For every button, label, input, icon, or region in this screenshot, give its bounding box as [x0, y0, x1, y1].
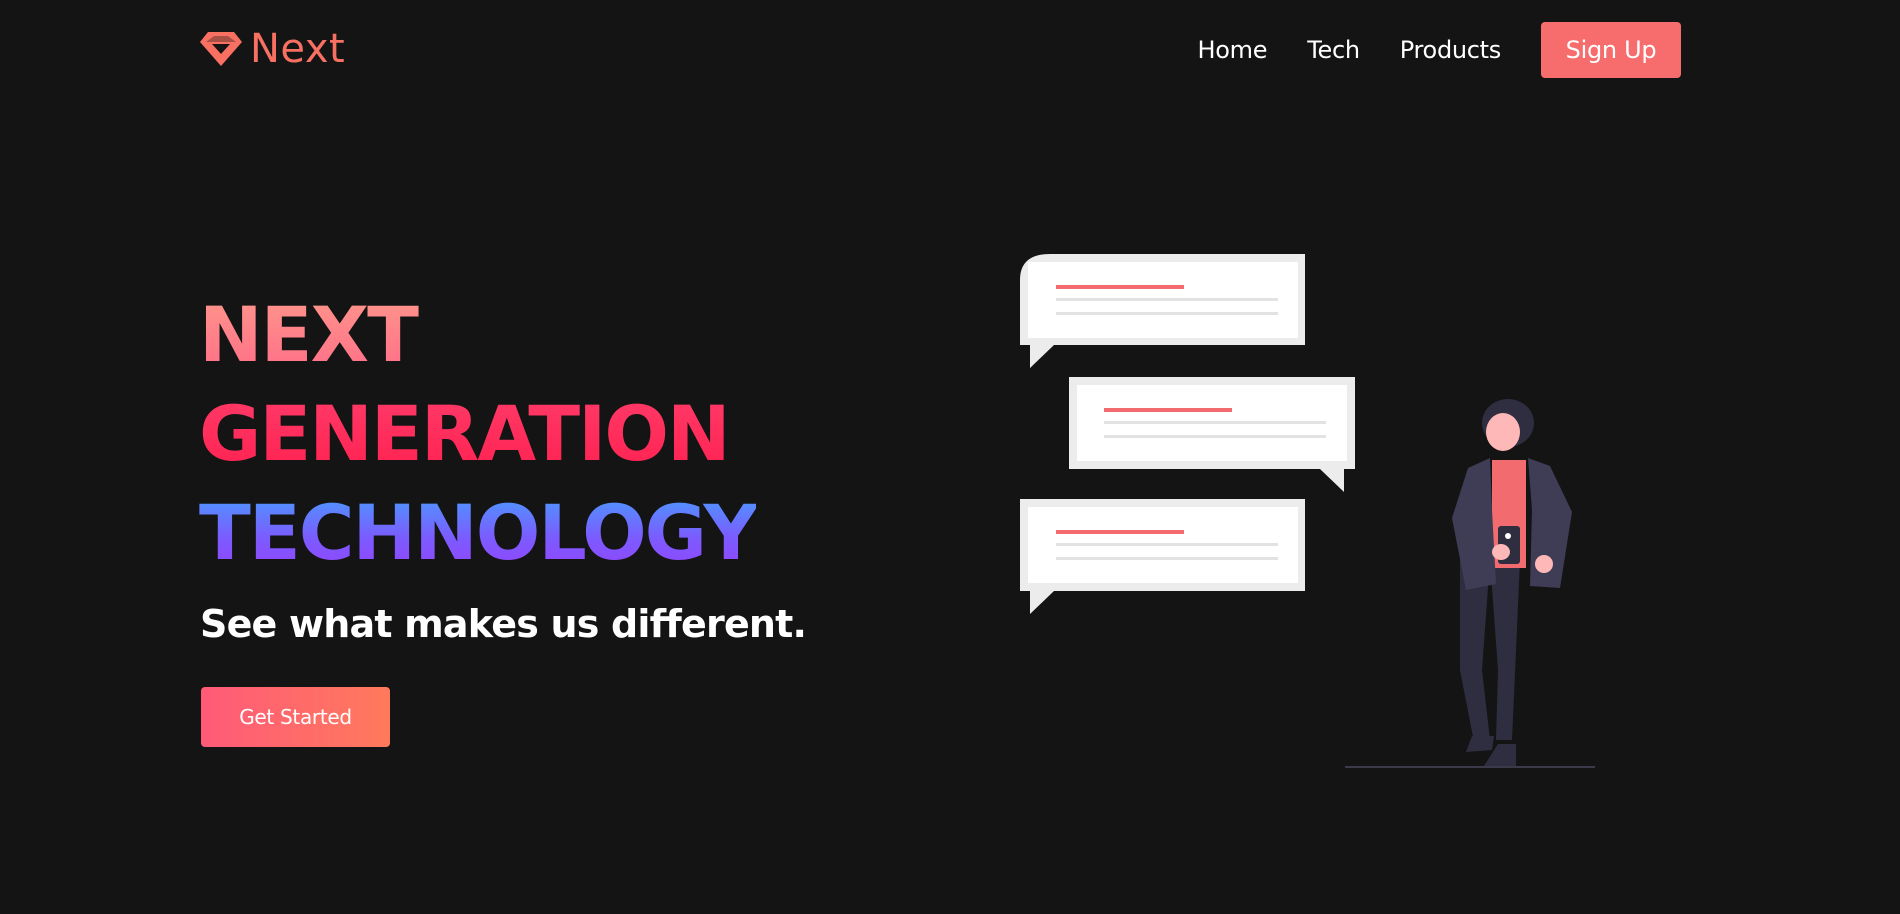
brand-logo-link[interactable]: Next	[200, 26, 345, 72]
ground-line	[1345, 766, 1595, 768]
chat-bubble-3	[1020, 499, 1305, 614]
nav-link-home[interactable]: Home	[1198, 22, 1268, 78]
hero-subtitle: See what makes us different.	[200, 602, 807, 646]
person-figure	[1452, 399, 1572, 766]
chat-bubbles-person-illustration	[1020, 250, 1610, 770]
hero-heading-line-technology: TECHNOLOGY	[199, 483, 758, 582]
nav-link-products[interactable]: Products	[1400, 22, 1502, 78]
nav-links: Home Tech Products Sign Up	[1198, 22, 1681, 78]
hero-heading-line-generation: GENERATION	[199, 384, 756, 483]
brand-name: Next	[250, 26, 346, 72]
get-started-button[interactable]: Get Started	[201, 687, 390, 747]
chat-bubble-2	[1069, 377, 1355, 492]
signup-button[interactable]: Sign Up	[1541, 22, 1681, 78]
landing-page: Next Home Tech Products Sign Up NEXT GEN…	[0, 0, 1900, 914]
navbar: Next Home Tech Products Sign Up	[0, 0, 1900, 98]
diamond-icon	[200, 30, 242, 68]
hero-heading: NEXT GENERATION TECHNOLOGY	[199, 285, 758, 582]
chat-bubble-1	[1020, 254, 1305, 368]
hero-heading-line-next: NEXT	[199, 285, 756, 384]
nav-link-tech[interactable]: Tech	[1307, 22, 1360, 78]
